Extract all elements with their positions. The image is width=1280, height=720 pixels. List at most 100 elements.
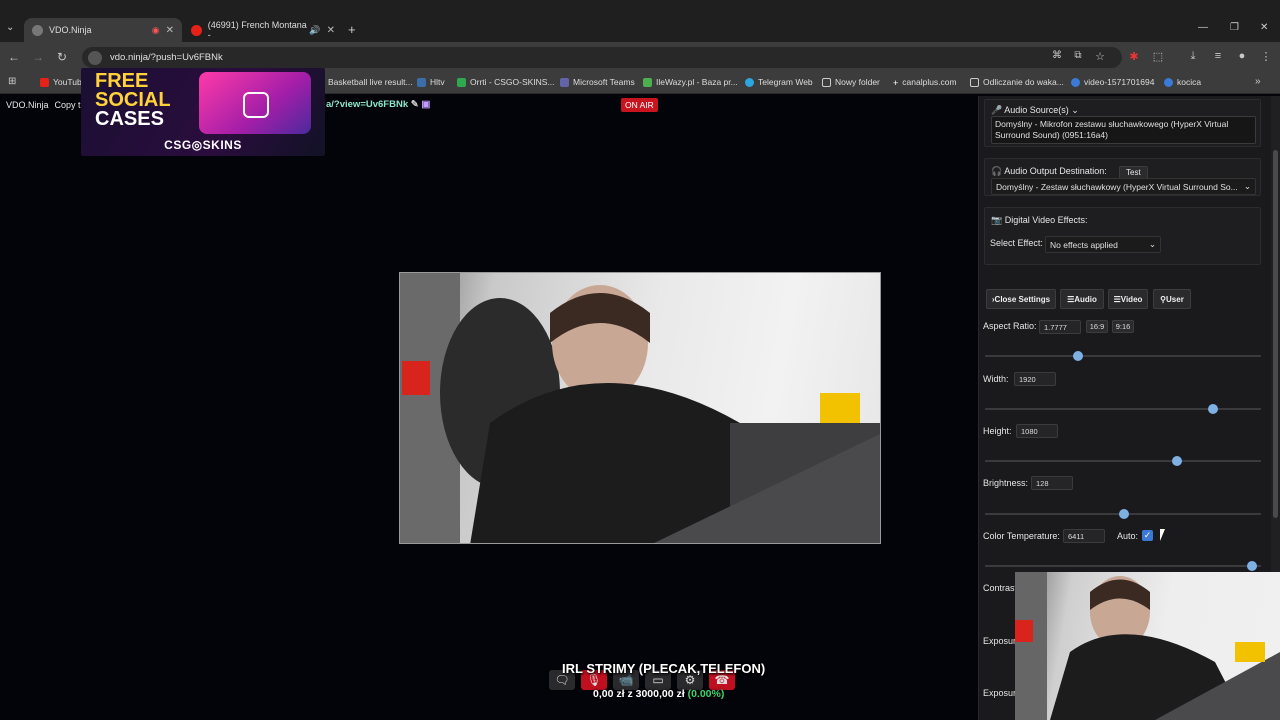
user-tab-button[interactable]: ⚲ User <box>1153 289 1191 309</box>
goal-progress: 0,00 zł z 3000,00 zł (0.00%) <box>593 688 725 700</box>
aspect-ratio-slider[interactable] <box>985 351 1261 361</box>
folder-icon <box>822 77 831 87</box>
vdo-brand[interactable]: VDO.Ninja <box>6 100 49 110</box>
menu-icon[interactable]: ⋮ <box>1258 50 1274 63</box>
audio-source-label[interactable]: 🎤 Audio Source(s) ⌄ <box>991 105 1079 116</box>
color-temp-label: Color Temperature: <box>983 531 1060 541</box>
audio-output-label: 🎧 Audio Output Destination: <box>991 166 1107 176</box>
address-bar[interactable]: vdo.ninja/?push=Uv6FBNk <box>82 47 1122 68</box>
width-slider[interactable] <box>985 404 1261 414</box>
color-temp-slider[interactable] <box>985 561 1261 571</box>
slider-thumb[interactable] <box>1073 351 1083 361</box>
goal-title: IRL STRIMY (PLECAK,TELEFON) <box>562 661 766 676</box>
slider-thumb[interactable] <box>1119 509 1129 519</box>
ad-headline: FREE SOCIAL CASES <box>95 70 171 130</box>
height-slider[interactable] <box>985 456 1261 466</box>
teams-icon <box>560 77 569 87</box>
audio-source-list[interactable]: Domyślny - Mikrofon zestawu słuchawkoweg… <box>991 116 1256 144</box>
bookmark-youtube[interactable]: YouTube <box>40 77 86 87</box>
chest-graphic <box>199 72 311 134</box>
url-text: vdo.ninja/?push=Uv6FBNk <box>110 52 223 63</box>
sliders-icon: ☰ <box>1067 294 1075 304</box>
height-label: Height: <box>983 426 1012 436</box>
auto-checkbox[interactable]: ✓ <box>1142 530 1153 541</box>
width-input[interactable]: 1920 <box>1014 372 1056 386</box>
audio-tab-button[interactable]: ☰ Audio <box>1060 289 1104 309</box>
brightness-input[interactable]: 128 <box>1031 476 1073 490</box>
audio-source-group: 🎤 Audio Source(s) ⌄ Domyślny - Mikrofon … <box>984 99 1261 147</box>
new-tab-icon[interactable]: + <box>348 22 356 37</box>
minimize-icon[interactable]: — <box>1198 22 1208 33</box>
mic-icon: 🎤 <box>991 105 1003 115</box>
youtube-icon <box>40 77 49 87</box>
apps-icon[interactable]: ⊞ <box>8 76 16 87</box>
kocica-icon <box>1164 77 1173 87</box>
audio-output-select[interactable]: Domyślny - Zestaw słuchawkowy (HyperX Vi… <box>991 178 1256 195</box>
brightness-label: Brightness: <box>983 478 1029 488</box>
star-icon[interactable]: ☆ <box>1092 50 1108 63</box>
aspect-16-9-button[interactable]: 16:9 <box>1086 320 1108 333</box>
on-air-badge: ON AIR <box>621 98 658 112</box>
restore-icon[interactable]: ❐ <box>1230 22 1239 33</box>
reload-icon[interactable]: ↻ <box>54 50 70 64</box>
color-temp-input[interactable]: 6411 <box>1063 529 1105 543</box>
back-icon[interactable]: ← <box>6 50 22 64</box>
hltv-icon <box>417 77 426 87</box>
copy-link[interactable]: Copy t <box>55 100 81 110</box>
slider-thumb[interactable] <box>1172 456 1182 466</box>
bookmark-hltv[interactable]: Hltv <box>417 77 445 87</box>
panel-scrollbar-thumb[interactable] <box>1273 150 1278 518</box>
bookmark-ilewazy[interactable]: IleWazy.pl - Baza pr... <box>643 77 738 87</box>
downloads-icon[interactable]: ⤓ <box>1185 50 1201 63</box>
close-window-icon[interactable]: ✕ <box>1260 22 1268 33</box>
site-info-icon[interactable] <box>88 50 102 65</box>
mouse-cursor-icon <box>1160 529 1170 541</box>
headphones-icon: 🎧 <box>991 166 1003 176</box>
view-link[interactable]: a/?view=Uv6FBNk ✎ ▣ <box>326 99 430 110</box>
ilewazy-icon <box>643 77 652 87</box>
slider-thumb[interactable] <box>1208 404 1218 414</box>
close-tab-icon[interactable]: ✕ <box>327 25 335 36</box>
extension-red-icon[interactable]: ✱ <box>1126 50 1142 63</box>
video-bookmark-icon <box>1071 77 1080 87</box>
width-label: Width: <box>983 374 1009 384</box>
install-icon[interactable]: ⧉ <box>1070 50 1086 61</box>
bookmark-teams[interactable]: Microsoft Teams <box>560 77 635 87</box>
bookmark-folder[interactable]: Nowy folder <box>822 77 880 87</box>
speaker-icon: 🔊 <box>309 24 321 35</box>
camera-preview-video[interactable] <box>399 272 881 544</box>
aspect-ratio-label: Aspect Ratio: <box>983 321 1037 331</box>
effect-select[interactable]: No effects applied ⌄ <box>1045 236 1161 253</box>
tab-youtube[interactable]: (46991) French Montana - 🔊 ✕ <box>183 18 343 42</box>
bookmark-kocica[interactable]: kocica <box>1164 77 1201 87</box>
bookmark-video[interactable]: video-1571701694 <box>1071 77 1154 87</box>
video-tab-button[interactable]: ☰ Video <box>1108 289 1148 309</box>
tab-search-icon[interactable]: ⌄ <box>6 22 14 33</box>
sliders-icon: ☰ <box>1113 294 1121 304</box>
slider-thumb[interactable] <box>1247 561 1257 571</box>
height-input[interactable]: 1080 <box>1016 424 1058 438</box>
close-tab-icon[interactable]: ✕ <box>166 25 174 36</box>
bookmark-telegram[interactable]: Telegram Web <box>745 77 813 87</box>
brightness-slider[interactable] <box>985 509 1261 519</box>
purple-icon[interactable]: ▣ <box>421 99 430 110</box>
csgo-skins-icon <box>457 77 466 87</box>
extensions-icon[interactable]: ⬚ <box>1150 50 1166 63</box>
bookmark-canalplus[interactable]: + canalplus.com <box>893 77 957 88</box>
aspect-ratio-input[interactable]: 1.7777 <box>1039 320 1081 334</box>
tab-label: (46991) French Montana - <box>207 20 307 40</box>
profile-icon[interactable]: ● <box>1234 50 1250 62</box>
translate-icon[interactable]: ⌘ <box>1049 50 1065 61</box>
bookmark-basketball[interactable]: Basketball live result... <box>328 77 413 87</box>
more-bookmarks-icon[interactable]: » <box>1255 76 1261 87</box>
video-effects-label: 📷 Digital Video Effects: <box>991 215 1088 225</box>
close-settings-button[interactable]: › Close Settings <box>986 289 1056 309</box>
media-icon[interactable]: ≡ <box>1210 50 1226 62</box>
forward-icon[interactable]: → <box>30 50 46 64</box>
edit-icon[interactable]: ✎ <box>411 99 419 110</box>
bookmark-odliczanie[interactable]: Odliczanie do waka... <box>970 77 1064 87</box>
tab-vdo-ninja[interactable]: VDO.Ninja ◉ ✕ <box>24 18 182 42</box>
recording-icon: ◉ <box>151 24 160 35</box>
aspect-9-16-button[interactable]: 9:16 <box>1112 320 1134 333</box>
bookmark-csgo-skins[interactable]: Orrti - CSGO-SKINS... <box>457 77 555 87</box>
